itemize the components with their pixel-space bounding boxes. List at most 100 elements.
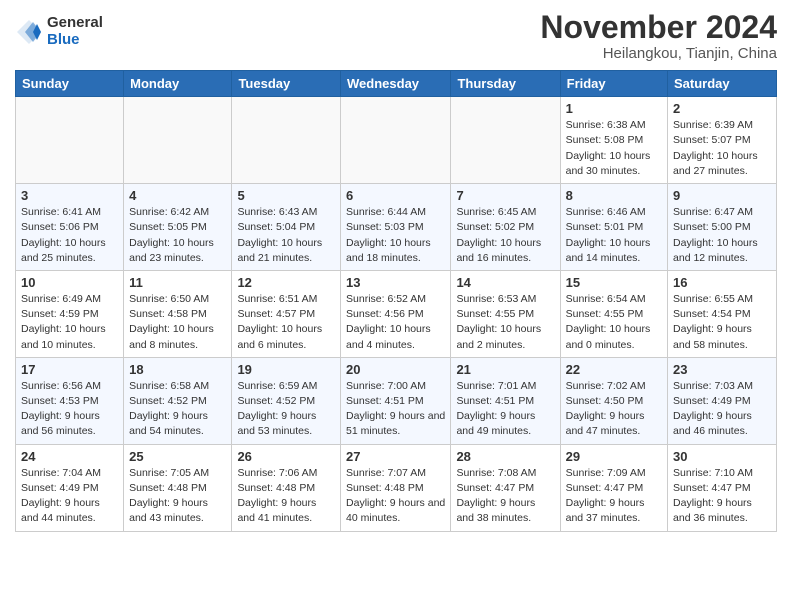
day-info: Sunrise: 6:44 AM Sunset: 5:03 PM Dayligh… [346, 205, 445, 266]
day-number: 8 [566, 188, 662, 203]
day-info: Sunrise: 7:03 AM Sunset: 4:49 PM Dayligh… [673, 379, 771, 440]
calendar-cell: 15 Sunrise: 6:54 AM Sunset: 4:55 PM Dayli… [560, 270, 667, 357]
calendar-cell: 12 Sunrise: 6:51 AM Sunset: 4:57 PM Dayli… [232, 270, 341, 357]
logo-text: General Blue [47, 15, 103, 48]
calendar-cell: 6Sunrise: 6:44 AM Sunset: 5:03 PM Daylig… [341, 184, 451, 271]
day-info: Sunrise: 6:45 AM Sunset: 5:02 PM Dayligh… [456, 205, 554, 266]
day-number: 5 [237, 188, 335, 203]
day-number: 28 [456, 449, 554, 464]
day-number: 2 [673, 101, 771, 116]
calendar-header-row: SundayMondayTuesdayWednesdayThursdayFrid… [16, 71, 777, 97]
month-title: November 2024 [540, 10, 777, 45]
calendar-cell: 2 Sunrise: 6:39 AM Sunset: 5:07 PM Daylig… [668, 97, 777, 184]
day-info: Sunrise: 7:02 AM Sunset: 4:50 PM Dayligh… [566, 379, 662, 440]
calendar-cell [341, 97, 451, 184]
calendar-cell: 3 Sunrise: 6:41 AM Sunset: 5:06 PM Daylig… [16, 184, 124, 271]
day-info: Sunrise: 6:46 AM Sunset: 5:01 PM Dayligh… [566, 205, 662, 266]
logo-general-text: General [47, 15, 103, 32]
calendar-cell: 20Sunrise: 7:00 AM Sunset: 4:51 PM Dayli… [341, 357, 451, 444]
day-info: Sunrise: 6:55 AM Sunset: 4:54 PM Dayligh… [673, 292, 771, 353]
calendar-week-4: 17 Sunrise: 6:56 AM Sunset: 4:53 PM Dayli… [16, 357, 777, 444]
day-info: Sunrise: 6:59 AM Sunset: 4:52 PM Dayligh… [237, 379, 335, 440]
calendar-cell: 29 Sunrise: 7:09 AM Sunset: 4:47 PM Dayli… [560, 444, 667, 531]
day-info: Sunrise: 7:01 AM Sunset: 4:51 PM Dayligh… [456, 379, 554, 440]
day-number: 1 [566, 101, 662, 116]
calendar-cell: 30Sunrise: 7:10 AM Sunset: 4:47 PM Dayli… [668, 444, 777, 531]
logo: General Blue [15, 15, 103, 48]
calendar-cell: 21Sunrise: 7:01 AM Sunset: 4:51 PM Dayli… [451, 357, 560, 444]
header: General Blue November 2024 Heilangkou, T… [15, 10, 777, 62]
col-header-monday: Monday [124, 71, 232, 97]
day-info: Sunrise: 7:08 AM Sunset: 4:47 PM Dayligh… [456, 466, 554, 527]
day-info: Sunrise: 7:09 AM Sunset: 4:47 PM Dayligh… [566, 466, 662, 527]
calendar-cell: 28 Sunrise: 7:08 AM Sunset: 4:47 PM Dayli… [451, 444, 560, 531]
calendar-cell [451, 97, 560, 184]
day-info: Sunrise: 6:47 AM Sunset: 5:00 PM Dayligh… [673, 205, 771, 266]
calendar-cell: 5 Sunrise: 6:43 AM Sunset: 5:04 PM Daylig… [232, 184, 341, 271]
day-number: 22 [566, 362, 662, 377]
location: Heilangkou, Tianjin, China [540, 45, 777, 62]
day-number: 16 [673, 275, 771, 290]
calendar-cell: 13 Sunrise: 6:52 AM Sunset: 4:56 PM Dayli… [341, 270, 451, 357]
calendar-cell [16, 97, 124, 184]
day-number: 27 [346, 449, 445, 464]
day-number: 26 [237, 449, 335, 464]
calendar-week-2: 3 Sunrise: 6:41 AM Sunset: 5:06 PM Daylig… [16, 184, 777, 271]
day-number: 9 [673, 188, 771, 203]
day-info: Sunrise: 6:51 AM Sunset: 4:57 PM Dayligh… [237, 292, 335, 353]
calendar-cell: 18 Sunrise: 6:58 AM Sunset: 4:52 PM Dayli… [124, 357, 232, 444]
day-number: 7 [456, 188, 554, 203]
col-header-wednesday: Wednesday [341, 71, 451, 97]
calendar-cell: 26Sunrise: 7:06 AM Sunset: 4:48 PM Dayli… [232, 444, 341, 531]
day-number: 30 [673, 449, 771, 464]
day-number: 3 [21, 188, 118, 203]
calendar-cell: 24Sunrise: 7:04 AM Sunset: 4:49 PM Dayli… [16, 444, 124, 531]
day-number: 12 [237, 275, 335, 290]
day-number: 25 [129, 449, 226, 464]
day-info: Sunrise: 7:00 AM Sunset: 4:51 PM Dayligh… [346, 379, 445, 440]
day-info: Sunrise: 6:52 AM Sunset: 4:56 PM Dayligh… [346, 292, 445, 353]
day-number: 15 [566, 275, 662, 290]
calendar-cell: 22 Sunrise: 7:02 AM Sunset: 4:50 PM Dayli… [560, 357, 667, 444]
calendar-cell: 19Sunrise: 6:59 AM Sunset: 4:52 PM Dayli… [232, 357, 341, 444]
logo-icon [15, 18, 43, 46]
day-number: 13 [346, 275, 445, 290]
day-info: Sunrise: 6:49 AM Sunset: 4:59 PM Dayligh… [21, 292, 118, 353]
calendar-cell: 16 Sunrise: 6:55 AM Sunset: 4:54 PM Dayli… [668, 270, 777, 357]
calendar-cell: 25 Sunrise: 7:05 AM Sunset: 4:48 PM Dayli… [124, 444, 232, 531]
day-number: 18 [129, 362, 226, 377]
day-number: 14 [456, 275, 554, 290]
calendar-cell: 23Sunrise: 7:03 AM Sunset: 4:49 PM Dayli… [668, 357, 777, 444]
day-info: Sunrise: 7:04 AM Sunset: 4:49 PM Dayligh… [21, 466, 118, 527]
calendar-cell: 4 Sunrise: 6:42 AM Sunset: 5:05 PM Daylig… [124, 184, 232, 271]
day-info: Sunrise: 6:43 AM Sunset: 5:04 PM Dayligh… [237, 205, 335, 266]
day-info: Sunrise: 6:50 AM Sunset: 4:58 PM Dayligh… [129, 292, 226, 353]
calendar-cell: 8 Sunrise: 6:46 AM Sunset: 5:01 PM Daylig… [560, 184, 667, 271]
day-number: 17 [21, 362, 118, 377]
day-info: Sunrise: 6:42 AM Sunset: 5:05 PM Dayligh… [129, 205, 226, 266]
calendar-cell: 17 Sunrise: 6:56 AM Sunset: 4:53 PM Dayli… [16, 357, 124, 444]
col-header-sunday: Sunday [16, 71, 124, 97]
day-info: Sunrise: 6:38 AM Sunset: 5:08 PM Dayligh… [566, 118, 662, 179]
calendar-cell: 11Sunrise: 6:50 AM Sunset: 4:58 PM Dayli… [124, 270, 232, 357]
calendar-cell [124, 97, 232, 184]
col-header-saturday: Saturday [668, 71, 777, 97]
day-number: 4 [129, 188, 226, 203]
title-block: November 2024 Heilangkou, Tianjin, China [540, 10, 777, 62]
day-info: Sunrise: 6:39 AM Sunset: 5:07 PM Dayligh… [673, 118, 771, 179]
day-info: Sunrise: 7:07 AM Sunset: 4:48 PM Dayligh… [346, 466, 445, 527]
day-number: 10 [21, 275, 118, 290]
day-info: Sunrise: 6:54 AM Sunset: 4:55 PM Dayligh… [566, 292, 662, 353]
calendar-cell [232, 97, 341, 184]
day-number: 29 [566, 449, 662, 464]
day-info: Sunrise: 6:56 AM Sunset: 4:53 PM Dayligh… [21, 379, 118, 440]
calendar-cell: 14 Sunrise: 6:53 AM Sunset: 4:55 PM Dayli… [451, 270, 560, 357]
calendar-cell: 9 Sunrise: 6:47 AM Sunset: 5:00 PM Daylig… [668, 184, 777, 271]
day-info: Sunrise: 7:05 AM Sunset: 4:48 PM Dayligh… [129, 466, 226, 527]
col-header-tuesday: Tuesday [232, 71, 341, 97]
calendar-week-3: 10 Sunrise: 6:49 AM Sunset: 4:59 PM Dayli… [16, 270, 777, 357]
calendar-cell: 1 Sunrise: 6:38 AM Sunset: 5:08 PM Daylig… [560, 97, 667, 184]
day-info: Sunrise: 6:41 AM Sunset: 5:06 PM Dayligh… [21, 205, 118, 266]
day-info: Sunrise: 6:53 AM Sunset: 4:55 PM Dayligh… [456, 292, 554, 353]
day-info: Sunrise: 6:58 AM Sunset: 4:52 PM Dayligh… [129, 379, 226, 440]
